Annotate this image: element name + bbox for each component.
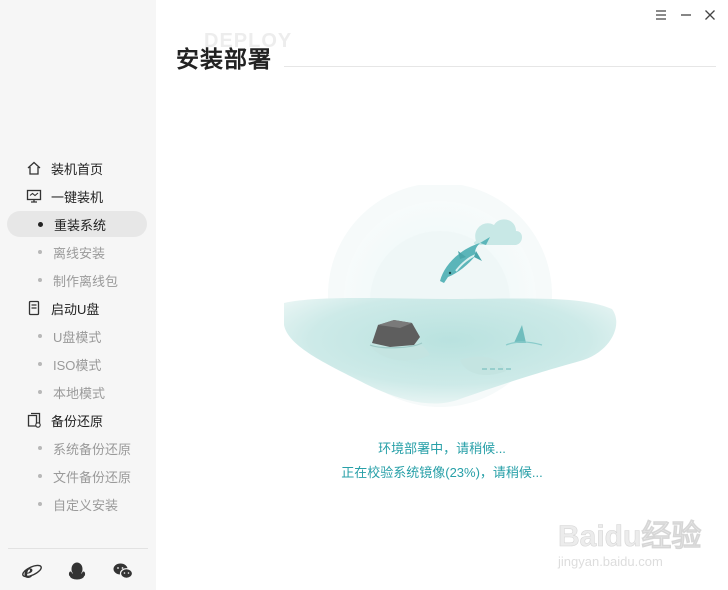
- bullet-icon: [38, 390, 42, 394]
- sidebar-item-label: 自定义安装: [53, 497, 119, 513]
- page-title: 安装部署: [176, 46, 272, 72]
- monitor-icon: [26, 189, 42, 203]
- sidebar-item-usb-mode[interactable]: U盘模式: [0, 322, 156, 350]
- baidu-jingyan-watermark: Baidu经验 jingyan.baidu.com: [557, 519, 702, 569]
- menu-icon[interactable]: [652, 6, 670, 24]
- sidebar-item-iso-mode[interactable]: ISO模式: [0, 350, 156, 378]
- sidebar-item-reinstall-system[interactable]: 重装系统: [0, 210, 156, 238]
- sidebar-item-make-offline-package[interactable]: 制作离线包: [0, 266, 156, 294]
- svg-text:e: e: [24, 561, 33, 582]
- sidebar-item-boot-usb[interactable]: 启动U盘: [0, 294, 156, 322]
- minimize-icon[interactable]: [677, 6, 695, 24]
- sidebar-item-label: 备份还原: [51, 413, 104, 429]
- bullet-icon: [38, 446, 42, 450]
- title-divider: [284, 66, 716, 67]
- backup-icon: [27, 412, 41, 428]
- home-icon: [27, 161, 41, 175]
- watermark-brand: Baidu经验: [558, 519, 701, 553]
- image-verify-progress-text: 正在校验系统镜像(23%)，请稍候...: [341, 465, 543, 480]
- sidebar-item-backup-restore[interactable]: 备份还原: [0, 406, 156, 434]
- bullet-icon: [38, 362, 42, 366]
- ie-browser-icon[interactable]: e: [21, 560, 43, 583]
- bullet-icon: [38, 334, 42, 338]
- sidebar-item-label: 装机首页: [51, 161, 104, 177]
- sidebar: 装机首页 一键装机 重装系统 离线安装 制作离线包 启动U盘 U盘模式 ISO模…: [0, 0, 156, 590]
- sidebar-item-label: ISO模式: [53, 357, 102, 373]
- qq-icon[interactable]: [66, 560, 88, 582]
- sidebar-footer: e: [0, 560, 156, 586]
- sidebar-item-offline-install[interactable]: 离线安装: [0, 238, 156, 266]
- sidebar-item-label: 重装系统: [54, 217, 107, 233]
- bullet-icon: [38, 502, 42, 506]
- sidebar-item-label: 系统备份还原: [53, 441, 132, 457]
- sidebar-item-label: 离线安装: [53, 245, 106, 261]
- usb-icon: [28, 300, 40, 316]
- close-icon[interactable]: [701, 6, 719, 24]
- bullet-icon: [38, 221, 43, 227]
- sidebar-item-label: U盘模式: [53, 329, 102, 345]
- sidebar-item-label: 文件备份还原: [53, 469, 132, 485]
- sidebar-item-one-click-install[interactable]: 一键装机: [0, 182, 156, 210]
- sidebar-item-local-mode[interactable]: 本地模式: [0, 378, 156, 406]
- sidebar-item-label: 本地模式: [53, 385, 106, 401]
- sidebar-item-label: 制作离线包: [53, 273, 119, 289]
- sidebar-item-custom-install[interactable]: 自定义安装: [0, 490, 156, 518]
- watermark-url: jingyan.baidu.com: [557, 554, 663, 569]
- sidebar-item-label: 一键装机: [51, 189, 104, 205]
- sidebar-item-home[interactable]: 装机首页: [0, 154, 156, 182]
- deploy-illustration: [284, 185, 617, 407]
- bullet-icon: [38, 278, 42, 282]
- wechat-icon[interactable]: [112, 560, 134, 582]
- bullet-icon: [38, 474, 42, 478]
- sidebar-item-system-backup[interactable]: 系统备份还原: [0, 434, 156, 462]
- sidebar-nav: 装机首页 一键装机 重装系统 离线安装 制作离线包 启动U盘 U盘模式 ISO模…: [0, 154, 156, 518]
- sidebar-item-file-backup[interactable]: 文件备份还原: [0, 462, 156, 490]
- sidebar-divider: [8, 548, 148, 549]
- deploy-status-text: 环境部署中，请稍候...: [378, 441, 506, 456]
- bullet-icon: [38, 250, 42, 254]
- sidebar-item-label: 启动U盘: [51, 301, 100, 317]
